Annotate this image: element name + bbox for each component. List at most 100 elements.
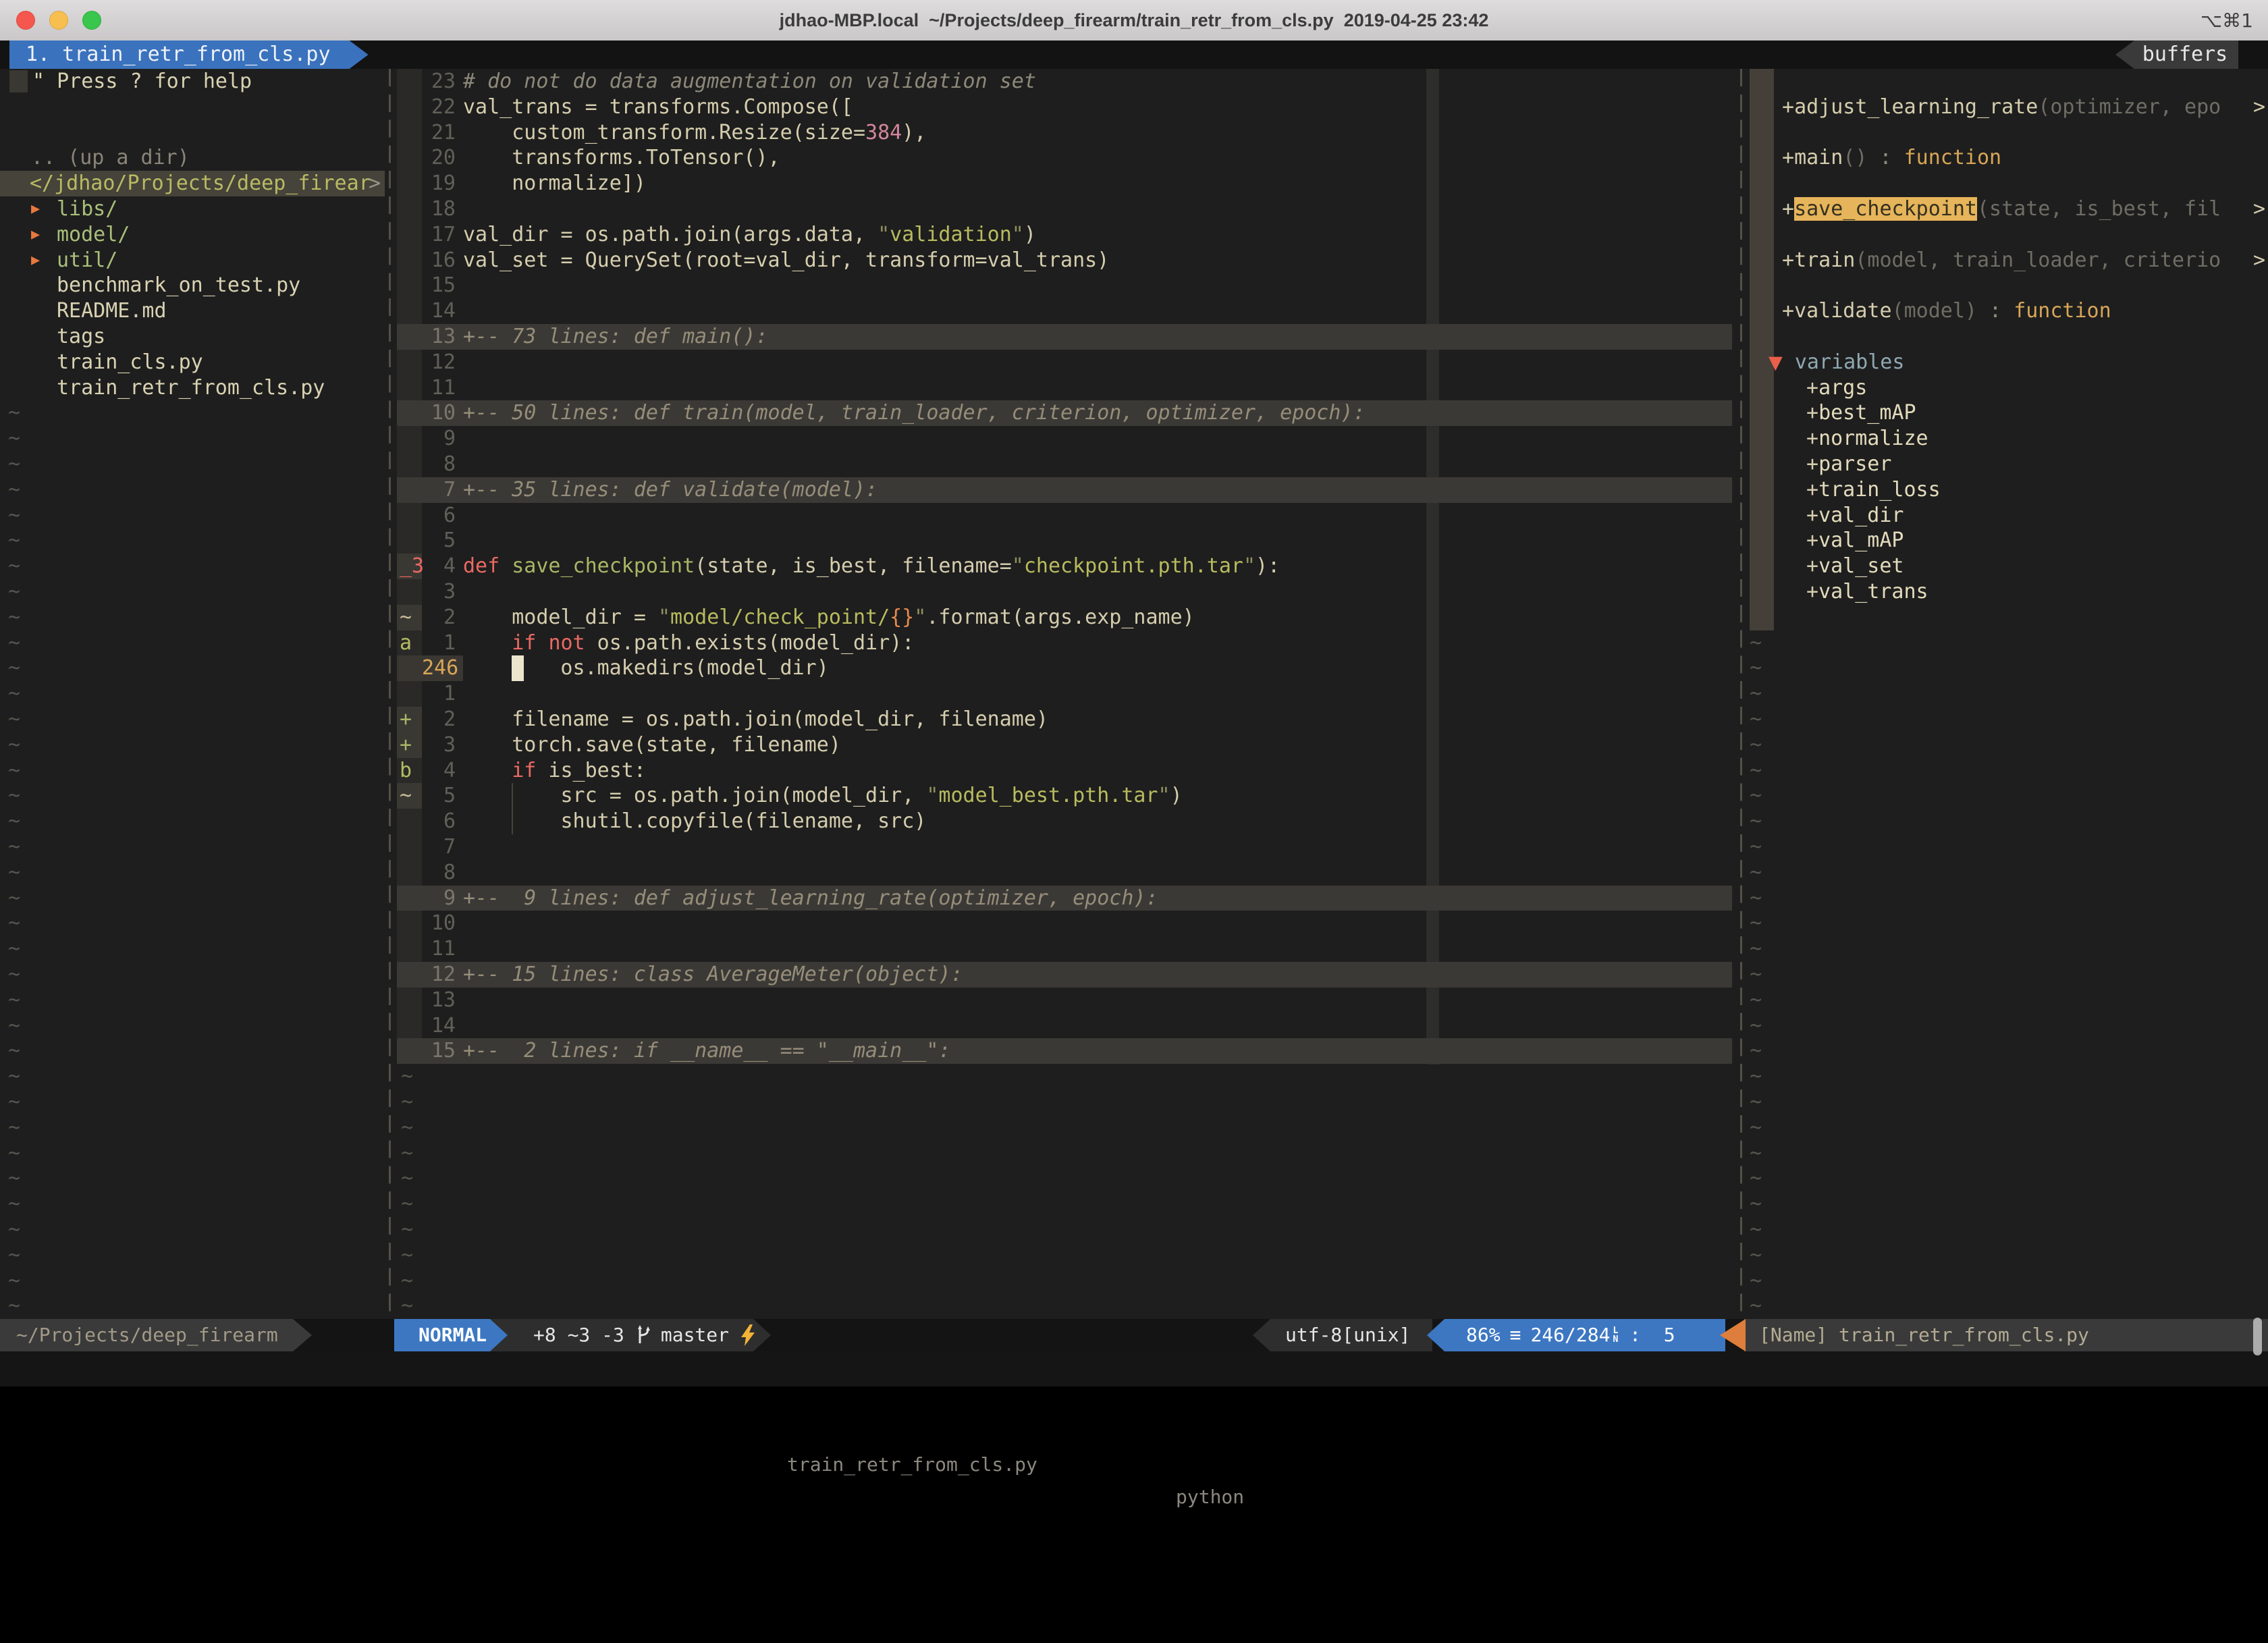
tag-item-parser[interactable]: +parser bbox=[1748, 452, 2268, 477]
code-line[interactable]: 1 bbox=[397, 681, 1732, 707]
tree-up-dir[interactable]: .. (up a dir) bbox=[0, 145, 385, 171]
tag-section-variables[interactable]: ▼ variables bbox=[1748, 350, 2268, 375]
code-line[interactable]: 9 bbox=[397, 426, 1732, 452]
editor-empty-line: ~ bbox=[397, 1141, 1732, 1166]
code-line[interactable]: 12 bbox=[397, 350, 1732, 375]
tree-item-train_clspy[interactable]: train_cls.py bbox=[0, 350, 385, 375]
tag-item-best_mAP[interactable]: +best_mAP bbox=[1748, 400, 2268, 426]
code-line[interactable]: 11 bbox=[397, 936, 1732, 962]
code-line[interactable]: _34def save_checkpoint(state, is_best, f… bbox=[397, 554, 1732, 579]
tagbar-blank-line bbox=[1748, 324, 2268, 350]
nerdtree-pane[interactable]: " Press ? for help .. (up a dir)</jdhao/P… bbox=[0, 69, 385, 1319]
tree-root-path[interactable]: </jdhao/Projects/deep_firear> bbox=[0, 171, 385, 196]
code-line[interactable]: ~2 model_dir = "model/check_point/{}".fo… bbox=[397, 605, 1732, 630]
close-button[interactable] bbox=[16, 11, 35, 30]
sign-column bbox=[397, 503, 422, 529]
code-line[interactable]: 3 bbox=[397, 579, 1732, 605]
tagbar-empty-line: ~ bbox=[1748, 1089, 2268, 1115]
tree-empty-line: ~ bbox=[0, 400, 385, 426]
tab-active-buffer[interactable]: 1. train_retr_from_cls.py bbox=[9, 41, 369, 69]
buffers-tab[interactable]: buffers bbox=[2115, 41, 2238, 69]
editor-empty-line: ~ bbox=[397, 1191, 1732, 1217]
code-line[interactable]: 20 transforms.ToTensor(), bbox=[397, 145, 1732, 171]
code-line[interactable]: 14 bbox=[397, 298, 1732, 324]
code-line[interactable]: 8 bbox=[397, 860, 1732, 886]
code-line[interactable]: 6 bbox=[397, 503, 1732, 529]
tag-item-val_set[interactable]: +val_set bbox=[1748, 554, 2268, 579]
tree-item-model[interactable]: ▸model/ bbox=[0, 222, 385, 248]
tag-item-args[interactable]: +args bbox=[1748, 375, 2268, 401]
code-fold-line[interactable]: 15+-- 2 lines: if __name__ == "__main__"… bbox=[397, 1038, 1732, 1064]
command-line[interactable] bbox=[0, 1351, 2268, 1386]
minimize-button[interactable] bbox=[49, 11, 68, 30]
code-fold-line[interactable]: 12+-- 15 lines: class AverageMeter(objec… bbox=[397, 962, 1732, 988]
code-line[interactable]: 18 bbox=[397, 196, 1732, 222]
code-line[interactable]: 6 shutil.copyfile(filename, src) bbox=[397, 809, 1732, 834]
tree-item-READMEmd[interactable]: README.md bbox=[0, 298, 385, 324]
tag-item-train[interactable]: +train(model, train_loader, criterio> bbox=[1748, 248, 2268, 273]
code-line[interactable]: b4 if is_best: bbox=[397, 758, 1732, 784]
chevron-down-icon: ▼ bbox=[1769, 352, 1783, 373]
code-line[interactable]: 15 bbox=[397, 273, 1732, 298]
tree-help-line[interactable]: " Press ? for help bbox=[0, 69, 385, 95]
tag-item-val_trans[interactable]: +val_trans bbox=[1748, 579, 2268, 605]
tree-empty-line: ~ bbox=[0, 758, 385, 784]
code-line[interactable]: 8 bbox=[397, 452, 1732, 477]
code-line[interactable]: a1 if not os.path.exists(model_dir): bbox=[397, 630, 1732, 656]
zoom-button[interactable] bbox=[82, 11, 101, 30]
code-line[interactable]: 11 bbox=[397, 375, 1732, 401]
tagbar-empty-line: ~ bbox=[1748, 1217, 2268, 1243]
code-line[interactable]: 19 normalize]) bbox=[397, 171, 1732, 196]
line-number: 1 bbox=[422, 681, 456, 707]
code-line[interactable]: +3 torch.save(state, filename) bbox=[397, 732, 1732, 758]
tag-item-val_dir[interactable]: +val_dir bbox=[1748, 503, 2268, 529]
tree-item-util[interactable]: ▸util/ bbox=[0, 248, 385, 273]
tree-item-libs[interactable]: ▸libs/ bbox=[0, 196, 385, 222]
tag-item-main[interactable]: +main() : function bbox=[1748, 145, 2268, 171]
tag-item-train_loss[interactable]: +train_loss bbox=[1748, 477, 2268, 503]
code-fold-line[interactable]: 10+-- 50 lines: def train(model, train_l… bbox=[397, 400, 1732, 426]
tree-empty-line: ~ bbox=[0, 936, 385, 962]
code-line[interactable]: 5 bbox=[397, 528, 1732, 554]
chevron-right-icon: ▸ bbox=[31, 248, 40, 273]
sign-column bbox=[397, 988, 422, 1013]
line-number: 4 bbox=[422, 758, 456, 784]
line-number-icon: LN bbox=[1613, 1326, 1618, 1344]
tree-item-benchmark_on_testpy[interactable]: benchmark_on_test.py bbox=[0, 273, 385, 298]
code-line[interactable]: 22val_trans = transforms.Compose([ bbox=[397, 95, 1732, 120]
tagbar-empty-line: ~ bbox=[1748, 758, 2268, 784]
sign-column bbox=[397, 860, 422, 886]
code-line[interactable]: 10 bbox=[397, 911, 1732, 936]
code-line[interactable]: 21 custom_transform.Resize(size=384), bbox=[397, 120, 1732, 146]
code-line[interactable]: 16val_set = QuerySet(root=val_dir, trans… bbox=[397, 248, 1732, 273]
code-line[interactable]: 246 os.makedirs(model_dir) bbox=[397, 655, 1732, 681]
code-line[interactable]: 17val_dir = os.path.join(args.data, "val… bbox=[397, 222, 1732, 248]
window-separator[interactable] bbox=[389, 69, 391, 1319]
window-separator[interactable] bbox=[1740, 69, 1742, 1319]
tag-item-normalize[interactable]: +normalize bbox=[1748, 426, 2268, 452]
editor-pane[interactable]: 23# do not do data augmentation on valid… bbox=[397, 69, 1732, 1319]
cursor-column: 5 bbox=[1664, 1319, 1675, 1351]
code-line[interactable]: +2 filename = os.path.join(model_dir, fi… bbox=[397, 707, 1732, 732]
sign-column bbox=[397, 936, 422, 962]
scrollbar-thumb[interactable] bbox=[2253, 1318, 2262, 1355]
code-line[interactable]: 14 bbox=[397, 1013, 1732, 1039]
tag-item-val_mAP[interactable]: +val_mAP bbox=[1748, 528, 2268, 554]
code-fold-line[interactable]: 9+-- 9 lines: def adjust_learning_rate(o… bbox=[397, 886, 1732, 911]
line-number: 21 bbox=[422, 120, 456, 146]
tree-blank-line bbox=[0, 95, 385, 120]
code-line[interactable]: 13 bbox=[397, 988, 1732, 1013]
tagbar-pane[interactable]: +adjust_learning_rate(optimizer, epo> +ma… bbox=[1748, 69, 2268, 1319]
tree-item-tags[interactable]: tags bbox=[0, 324, 385, 350]
tag-item-save_checkpoint[interactable]: +save_checkpoint(state, is_best, fil> bbox=[1748, 196, 2268, 222]
tree-empty-line: ~ bbox=[0, 1038, 385, 1064]
code-line[interactable]: 7 bbox=[397, 834, 1732, 860]
tree-item-train_retr_from_clspy[interactable]: train_retr_from_cls.py bbox=[0, 375, 385, 401]
code-line[interactable]: 23# do not do data augmentation on valid… bbox=[397, 69, 1732, 95]
code-fold-line[interactable]: 7+-- 35 lines: def validate(model): bbox=[397, 477, 1732, 503]
code-line[interactable]: ~5 src = os.path.join(model_dir, "model_… bbox=[397, 783, 1732, 809]
tag-item-adjust_learning_rate[interactable]: +adjust_learning_rate(optimizer, epo> bbox=[1748, 95, 2268, 120]
tag-item-validate[interactable]: +validate(model) : function bbox=[1748, 298, 2268, 324]
line-number: 22 bbox=[422, 95, 456, 120]
code-fold-line[interactable]: 13+-- 73 lines: def main(): bbox=[397, 324, 1732, 350]
